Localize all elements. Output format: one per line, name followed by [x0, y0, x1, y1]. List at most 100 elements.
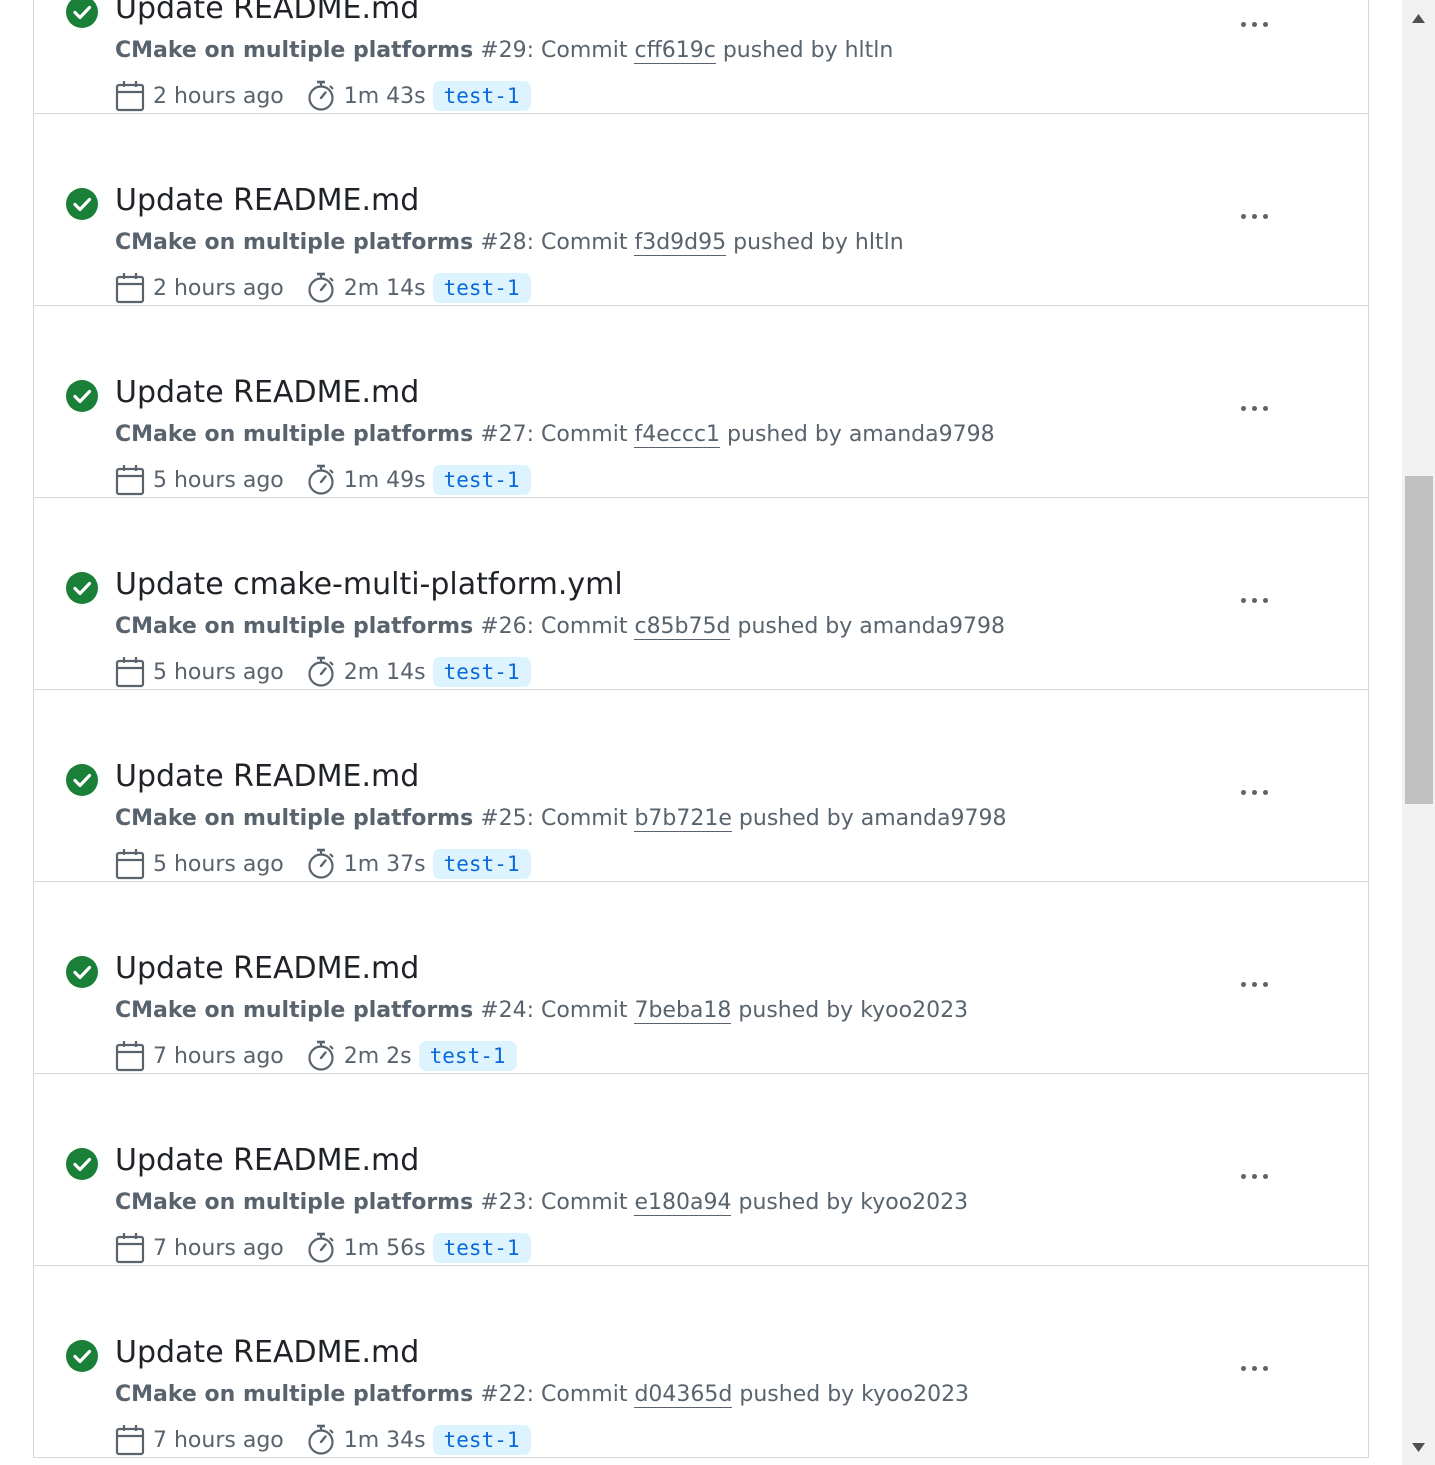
stopwatch-icon — [306, 80, 336, 112]
branch-label[interactable]: test-1 — [432, 849, 531, 879]
check-circle-fill-icon — [66, 0, 98, 28]
kebab-horizontal-icon[interactable] — [1230, 974, 1278, 994]
commit-label: : Commit — [526, 1190, 628, 1215]
run-duration: 1m 37s — [343, 851, 426, 877]
workflow-name: CMake on multiple platforms — [115, 614, 474, 639]
run-title-link[interactable]: Update README.md — [115, 949, 419, 989]
run-title-link[interactable]: Update cmake-multi-platform.yml — [115, 565, 623, 605]
kebab-horizontal-icon[interactable] — [1230, 782, 1278, 802]
pushed-by: pushed by amanda9798 — [737, 614, 1006, 639]
commit-sha-link[interactable]: 7beba18 — [634, 998, 732, 1024]
workflow-run-row[interactable]: Update README.md CMake on multiple platf… — [34, 882, 1368, 1074]
branch-label[interactable]: test-1 — [432, 1425, 531, 1455]
branch-label[interactable]: test-1 — [432, 1233, 531, 1263]
run-title-link[interactable]: Update README.md — [115, 181, 419, 221]
calendar-icon — [115, 848, 145, 880]
run-meta: CMake on multiple platforms #29: Commit … — [115, 36, 893, 66]
run-number: #23 — [480, 1190, 527, 1215]
workflow-run-row[interactable]: Update README.md CMake on multiple platf… — [34, 1074, 1368, 1266]
run-meta: CMake on multiple platforms #24: Commit … — [115, 996, 968, 1026]
commit-sha-link[interactable]: d04365d — [634, 1382, 733, 1408]
run-info: 2 hours ago 1m 43s test-1 — [115, 78, 531, 114]
run-info: 5 hours ago 2m 14s test-1 — [115, 654, 531, 690]
workflow-name: CMake on multiple platforms — [115, 1382, 474, 1407]
run-info: 2 hours ago 2m 14s test-1 — [115, 270, 531, 306]
workflow-name: CMake on multiple platforms — [115, 38, 474, 63]
scrollbar-thumb[interactable] — [1405, 476, 1433, 804]
commit-label: : Commit — [526, 38, 628, 63]
run-duration: 2m 14s — [343, 275, 426, 301]
workflow-run-row[interactable]: Update README.md CMake on multiple platf… — [34, 306, 1368, 498]
kebab-horizontal-icon[interactable] — [1230, 206, 1278, 226]
run-info: 7 hours ago 1m 34s test-1 — [115, 1422, 531, 1458]
stopwatch-icon — [306, 656, 336, 688]
commit-label: : Commit — [526, 1382, 628, 1407]
workflow-runs-list: Update README.md CMake on multiple platf… — [33, 0, 1369, 1458]
vertical-scrollbar[interactable] — [1402, 0, 1435, 1465]
scroll-up-arrow-icon[interactable] — [1402, 0, 1435, 34]
branch-label[interactable]: test-1 — [432, 465, 531, 495]
pushed-by: pushed by kyoo2023 — [739, 1382, 970, 1407]
workflow-name: CMake on multiple platforms — [115, 422, 474, 447]
commit-sha-link[interactable]: c85b75d — [634, 614, 731, 640]
branch-label[interactable]: test-1 — [418, 1041, 517, 1071]
branch-label[interactable]: test-1 — [432, 273, 531, 303]
pushed-by: pushed by hltln — [733, 230, 904, 255]
workflow-run-row[interactable]: Update README.md CMake on multiple platf… — [34, 114, 1368, 306]
calendar-icon — [115, 80, 145, 112]
run-title-link[interactable]: Update README.md — [115, 1141, 419, 1181]
run-number: #28 — [480, 230, 527, 255]
run-title-link[interactable]: Update README.md — [115, 0, 419, 29]
run-duration: 2m 2s — [343, 1043, 412, 1069]
branch-label[interactable]: test-1 — [432, 657, 531, 687]
run-title-link[interactable]: Update README.md — [115, 373, 419, 413]
run-number: #25 — [480, 806, 527, 831]
workflow-run-row[interactable]: Update README.md CMake on multiple platf… — [34, 690, 1368, 882]
kebab-horizontal-icon[interactable] — [1230, 1358, 1278, 1378]
run-date: 7 hours ago — [153, 1043, 284, 1069]
run-info: 7 hours ago 1m 56s test-1 — [115, 1230, 531, 1266]
stopwatch-icon — [306, 464, 336, 496]
run-duration: 1m 43s — [343, 83, 426, 109]
kebab-horizontal-icon[interactable] — [1230, 590, 1278, 610]
workflow-run-row[interactable]: Update README.md CMake on multiple platf… — [34, 1266, 1368, 1458]
calendar-icon — [115, 272, 145, 304]
workflow-name: CMake on multiple platforms — [115, 1190, 474, 1215]
calendar-icon — [115, 656, 145, 688]
scroll-down-arrow-icon[interactable] — [1402, 1431, 1435, 1465]
check-circle-fill-icon — [66, 1340, 98, 1372]
stopwatch-icon — [306, 1232, 336, 1264]
run-meta: CMake on multiple platforms #22: Commit … — [115, 1380, 969, 1410]
workflow-run-row[interactable]: Update cmake-multi-platform.yml CMake on… — [34, 498, 1368, 690]
pushed-by: pushed by amanda9798 — [727, 422, 995, 447]
run-info: 7 hours ago 2m 2s test-1 — [115, 1038, 517, 1074]
run-date: 7 hours ago — [153, 1235, 284, 1261]
run-title-link[interactable]: Update README.md — [115, 1333, 419, 1373]
calendar-icon — [115, 464, 145, 496]
pushed-by: pushed by kyoo2023 — [738, 1190, 969, 1215]
run-meta: CMake on multiple platforms #27: Commit … — [115, 420, 995, 450]
commit-sha-link[interactable]: f4eccc1 — [634, 422, 721, 448]
run-title-link[interactable]: Update README.md — [115, 757, 419, 797]
workflow-run-row[interactable]: Update README.md CMake on multiple platf… — [34, 0, 1368, 114]
commit-sha-link[interactable]: b7b721e — [634, 806, 732, 832]
stopwatch-icon — [306, 1424, 336, 1456]
calendar-icon — [115, 1040, 145, 1072]
check-circle-fill-icon — [66, 572, 98, 604]
kebab-horizontal-icon[interactable] — [1230, 398, 1278, 418]
workflow-name: CMake on multiple platforms — [115, 230, 474, 255]
run-date: 5 hours ago — [153, 851, 284, 877]
kebab-horizontal-icon[interactable] — [1230, 1166, 1278, 1186]
commit-sha-link[interactable]: cff619c — [634, 38, 716, 64]
workflow-name: CMake on multiple platforms — [115, 806, 474, 831]
check-circle-fill-icon — [66, 380, 98, 412]
run-date: 7 hours ago — [153, 1427, 284, 1453]
kebab-horizontal-icon[interactable] — [1230, 14, 1278, 34]
branch-label[interactable]: test-1 — [432, 81, 531, 111]
run-meta: CMake on multiple platforms #23: Commit … — [115, 1188, 968, 1218]
workflow-name: CMake on multiple platforms — [115, 998, 474, 1023]
commit-sha-link[interactable]: f3d9d95 — [634, 230, 727, 256]
run-number: #27 — [480, 422, 527, 447]
pushed-by: pushed by kyoo2023 — [738, 998, 969, 1023]
commit-sha-link[interactable]: e180a94 — [634, 1190, 732, 1216]
